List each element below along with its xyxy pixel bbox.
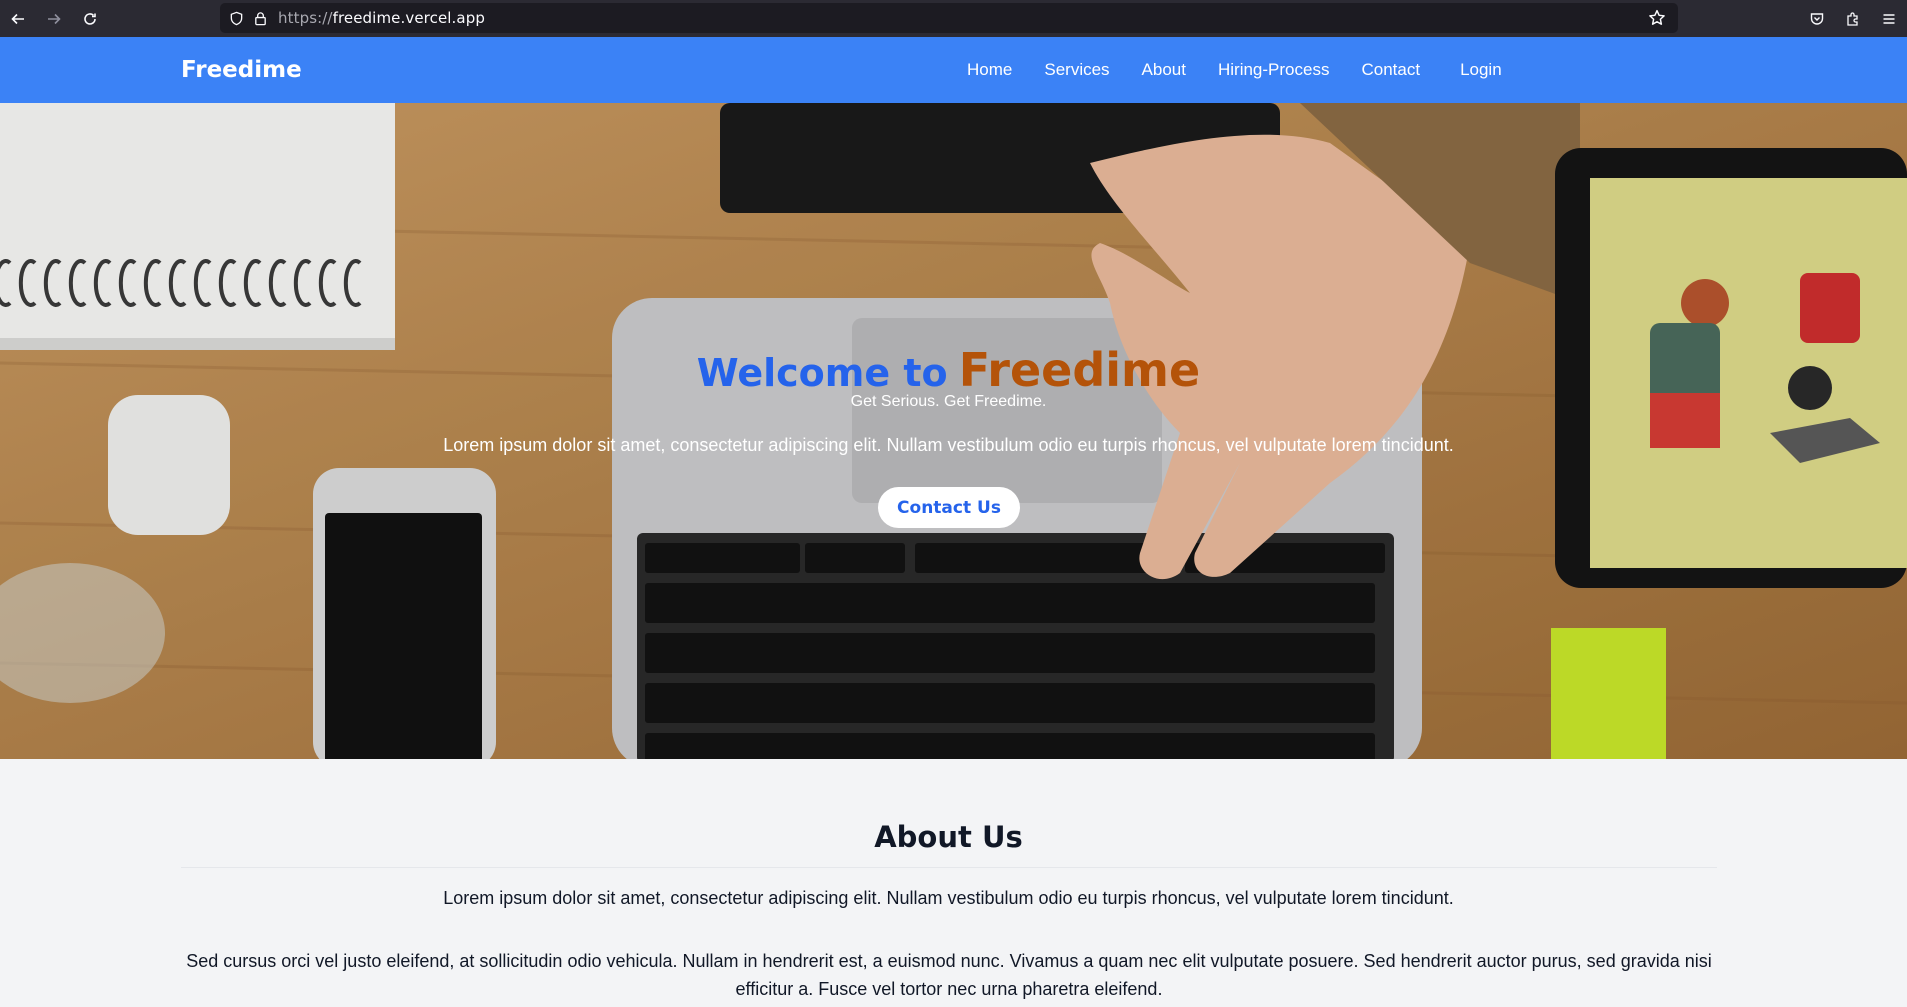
- forward-icon[interactable]: [36, 0, 72, 37]
- extensions-icon[interactable]: [1835, 0, 1871, 37]
- browser-tools: [1799, 0, 1907, 37]
- about-paragraph-2: Sed cursus orci vel justo eleifend, at s…: [186, 951, 1712, 999]
- url-host: freedime.vercel.app: [332, 9, 485, 27]
- nav-links: Home Services About Hiring-Process Conta…: [967, 60, 1502, 80]
- hero-tagline: Get Serious. Get Freedime.: [850, 393, 1047, 410]
- about-paragraph-1: Lorem ipsum dolor sit amet, consectetur …: [443, 888, 1454, 908]
- hero-description: Lorem ipsum dolor sit amet, consectetur …: [443, 435, 1454, 455]
- url-text[interactable]: https://freedime.vercel.app: [278, 9, 485, 27]
- hero-title-prefix: Welcome to: [696, 351, 948, 395]
- hero-title: Welcome to Freedime: [0, 343, 1897, 397]
- address-bar[interactable]: https://freedime.vercel.app: [220, 3, 1678, 33]
- url-protocol: https://: [278, 9, 333, 27]
- about-divider: [181, 867, 1717, 868]
- brand-logo[interactable]: Freedime: [181, 57, 302, 83]
- nav-link-login[interactable]: Login: [1460, 60, 1502, 80]
- star-icon[interactable]: [1648, 9, 1666, 27]
- browser-toolbar: https://freedime.vercel.app: [0, 0, 1907, 37]
- about-title: About Us: [874, 820, 1023, 854]
- hero-title-brand: Freedime: [958, 343, 1201, 397]
- lock-icon[interactable]: [252, 10, 268, 26]
- reload-icon[interactable]: [72, 0, 108, 37]
- nav-link-contact[interactable]: Contact: [1361, 60, 1420, 80]
- contact-us-button[interactable]: Contact Us: [878, 487, 1020, 528]
- hero-content: Welcome to Freedime Get Serious. Get Fre…: [0, 103, 1907, 759]
- nav-link-hiring-process[interactable]: Hiring-Process: [1218, 60, 1329, 80]
- hero-section: Welcome to Freedime Get Serious. Get Fre…: [0, 103, 1907, 759]
- nav-link-home[interactable]: Home: [967, 60, 1012, 80]
- nav-link-about[interactable]: About: [1142, 60, 1186, 80]
- back-icon[interactable]: [0, 0, 36, 37]
- nav-link-services[interactable]: Services: [1044, 60, 1109, 80]
- site-navbar: Freedime Home Services About Hiring-Proc…: [0, 37, 1907, 103]
- menu-icon[interactable]: [1871, 0, 1907, 37]
- shield-icon[interactable]: [228, 10, 244, 26]
- pocket-icon[interactable]: [1799, 0, 1835, 37]
